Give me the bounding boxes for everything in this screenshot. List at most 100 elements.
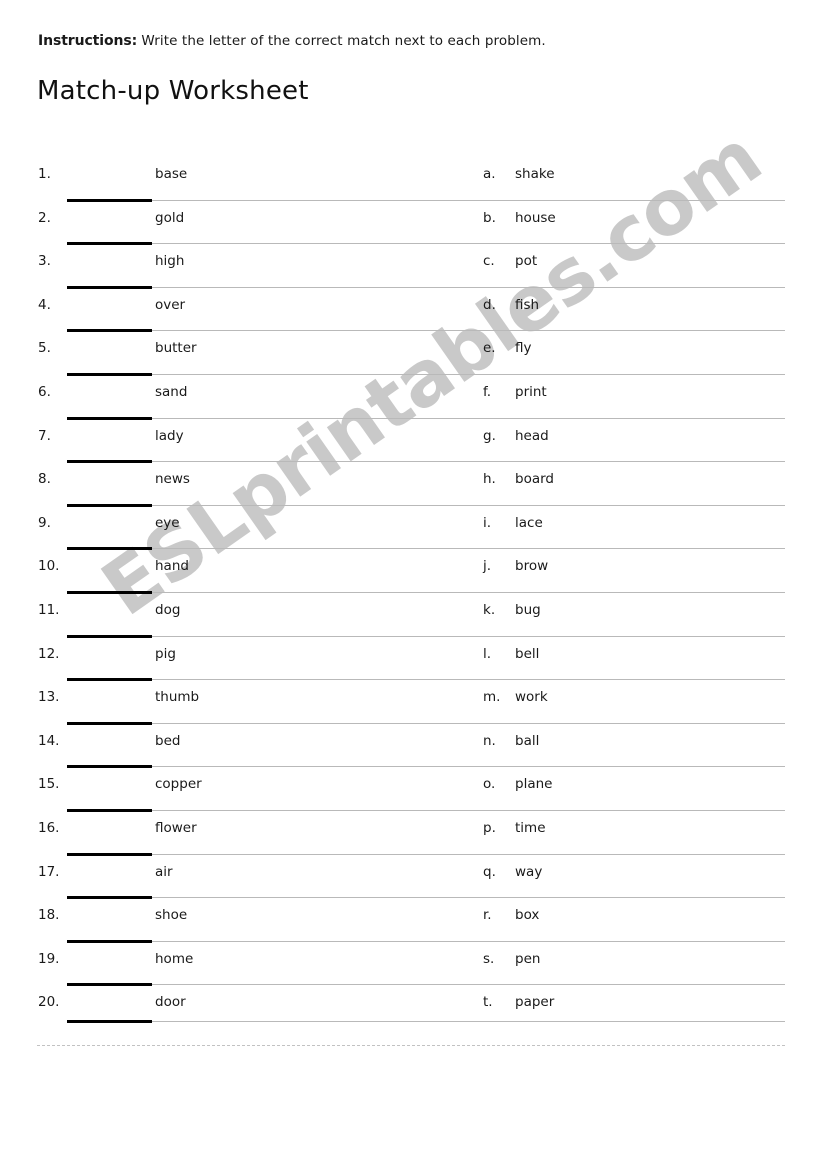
closing-rule xyxy=(67,1021,785,1022)
item-number: 11. xyxy=(38,602,60,618)
item-word: pig xyxy=(155,645,176,662)
row-separator xyxy=(67,853,785,855)
worksheet-row: 8. news h. board xyxy=(0,460,821,505)
worksheet-row: 17. air q. way xyxy=(0,852,821,898)
worksheet-row: 5. butter e. fly xyxy=(0,329,821,374)
row-separator xyxy=(67,286,785,288)
choice-word: fly xyxy=(515,340,532,357)
choice-letter: k. xyxy=(483,602,496,618)
answer-blank[interactable] xyxy=(67,852,152,856)
choice-letter: d. xyxy=(483,296,496,313)
choice-letter: h. xyxy=(483,471,496,488)
choice-letter: o. xyxy=(483,776,496,793)
item-word: eye xyxy=(155,514,180,531)
item-number: 9. xyxy=(38,514,51,531)
answer-blank[interactable] xyxy=(67,460,152,464)
answer-blank[interactable] xyxy=(67,634,152,638)
item-number: 5. xyxy=(38,340,51,357)
item-number: 7. xyxy=(38,427,51,444)
choice-word: bell xyxy=(515,645,540,662)
answer-blank[interactable] xyxy=(67,198,152,202)
row-separator xyxy=(67,417,785,419)
choice-letter: e. xyxy=(483,340,496,357)
answer-blank[interactable] xyxy=(67,591,152,594)
item-word: news xyxy=(155,471,190,488)
item-word: high xyxy=(155,253,185,270)
worksheet-row: 14. bed n. ball xyxy=(0,721,821,767)
item-word: air xyxy=(155,863,173,880)
choice-word: brow xyxy=(515,558,549,575)
choice-letter: f. xyxy=(483,384,492,400)
row-separator xyxy=(67,766,785,768)
item-word: home xyxy=(155,950,194,967)
choice-word: board xyxy=(515,471,554,488)
choice-word: way xyxy=(515,863,543,880)
answer-blank[interactable] xyxy=(67,547,152,551)
worksheet-row: 3. high c. pot xyxy=(0,242,821,287)
item-word: hand xyxy=(155,558,189,575)
row-separator xyxy=(67,810,785,811)
answer-blank[interactable] xyxy=(67,373,152,376)
item-number: 20. xyxy=(38,994,60,1011)
answer-blank[interactable] xyxy=(67,721,152,725)
answer-blank[interactable] xyxy=(67,285,152,289)
choice-letter: j. xyxy=(483,558,492,575)
row-separator xyxy=(67,940,785,942)
closing-answer-blank[interactable] xyxy=(67,1020,152,1023)
answer-blank[interactable] xyxy=(67,503,152,507)
item-word: over xyxy=(155,296,186,313)
choice-word: pen xyxy=(515,950,541,967)
choice-word: pot xyxy=(515,253,538,270)
item-word: base xyxy=(155,166,188,182)
choice-letter: n. xyxy=(483,732,496,749)
item-number: 17. xyxy=(38,863,60,880)
item-number: 14. xyxy=(38,732,60,749)
worksheet-row: 18. shoe r. box xyxy=(0,896,821,941)
choice-word: house xyxy=(515,209,556,226)
row-separator xyxy=(67,504,785,506)
row-separator xyxy=(67,722,785,724)
answer-blank[interactable] xyxy=(67,329,152,333)
choice-word: paper xyxy=(515,994,555,1011)
choice-word: bug xyxy=(515,602,541,618)
answer-blank[interactable] xyxy=(67,416,152,420)
item-word: flower xyxy=(155,820,197,836)
choice-letter: r. xyxy=(483,907,492,924)
worksheet-row: 13. thumb m. work xyxy=(0,678,821,723)
answer-blank[interactable] xyxy=(67,765,152,769)
answer-blank[interactable] xyxy=(67,896,152,900)
choice-word: print xyxy=(515,384,547,400)
answer-blank[interactable] xyxy=(67,809,152,812)
item-word: thumb xyxy=(155,689,200,706)
item-number: 12. xyxy=(38,645,60,662)
choice-letter: b. xyxy=(483,209,496,226)
row-separator xyxy=(67,635,785,637)
item-number: 2. xyxy=(38,209,51,226)
choice-word: fish xyxy=(515,296,540,313)
choice-word: lace xyxy=(515,514,543,531)
row-separator xyxy=(67,374,785,375)
choice-letter: i. xyxy=(483,514,492,531)
choice-letter: g. xyxy=(483,427,496,444)
choice-word: head xyxy=(515,427,549,444)
choice-word: ball xyxy=(515,732,540,749)
choice-word: time xyxy=(515,820,546,836)
item-number: 18. xyxy=(38,907,60,924)
worksheet-row: 15. copper o. plane xyxy=(0,765,821,810)
item-word: dog xyxy=(155,602,181,618)
choice-word: work xyxy=(515,689,548,706)
worksheet-row: 6. sand f. print xyxy=(0,373,821,418)
choice-letter: c. xyxy=(483,253,495,270)
item-number: 4. xyxy=(38,296,51,313)
answer-blank[interactable] xyxy=(67,242,152,246)
worksheet-row: 7. lady g. head xyxy=(0,416,821,462)
item-number: 16. xyxy=(38,820,60,836)
worksheet-row: 10. hand j. brow xyxy=(0,547,821,592)
answer-blank[interactable] xyxy=(67,678,152,682)
row-separator xyxy=(67,548,785,550)
row-separator xyxy=(67,679,785,681)
answer-blank[interactable] xyxy=(67,939,152,943)
answer-blank[interactable] xyxy=(67,983,152,987)
item-word: sand xyxy=(155,384,188,400)
item-number: 19. xyxy=(38,950,60,967)
